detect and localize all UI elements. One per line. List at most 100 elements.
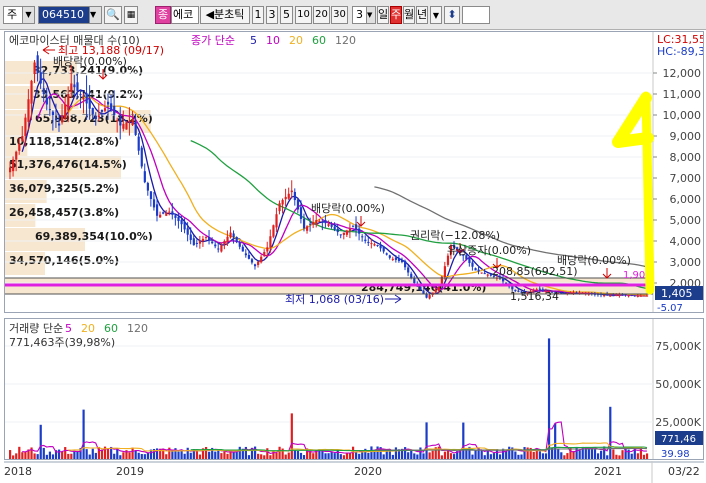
volume-bar bbox=[61, 451, 64, 459]
candle-body bbox=[260, 256, 263, 263]
high-annotation: 최고 13,188 (09/17) bbox=[58, 44, 164, 57]
candle-body bbox=[287, 193, 290, 199]
candle-body bbox=[106, 101, 110, 105]
volume-bar bbox=[462, 422, 465, 459]
volume-chart-panel[interactable]: 거래량 단순 5 20 60 120 771,463주(39,98%) 75,000K… bbox=[4, 318, 704, 460]
candle-body bbox=[404, 260, 407, 268]
stock-code-field[interactable]: 064510 ▼ bbox=[38, 6, 102, 24]
scroll-updown-button[interactable]: ⬍ bbox=[444, 6, 460, 24]
volume-bar bbox=[514, 451, 517, 459]
ma-legend-item: 20 bbox=[289, 34, 303, 47]
candle-body bbox=[192, 238, 195, 246]
volume-bar bbox=[370, 446, 373, 459]
candle-body bbox=[171, 211, 174, 215]
candle-body bbox=[266, 247, 269, 252]
y-tick-label: 4,000 bbox=[670, 235, 702, 248]
volume-bar bbox=[410, 450, 413, 459]
candle-body bbox=[232, 233, 235, 238]
unit-month-button[interactable]: 월 bbox=[403, 6, 415, 24]
volume-bar bbox=[119, 455, 122, 459]
period-30-button[interactable]: 30 bbox=[331, 6, 348, 24]
chevron-down-icon[interactable]: ▼ bbox=[22, 7, 34, 23]
volume-bar bbox=[204, 447, 208, 459]
candle-body bbox=[379, 245, 382, 249]
highlight-marker bbox=[612, 91, 655, 295]
candle-body bbox=[226, 236, 229, 242]
volume-bar bbox=[645, 453, 649, 459]
split-button[interactable]: ◀분초틱 bbox=[200, 6, 250, 24]
y-tick-label: 12,000 bbox=[663, 67, 702, 80]
candle-body bbox=[407, 267, 410, 273]
period-20-button[interactable]: 20 bbox=[313, 6, 330, 24]
volume-grid bbox=[5, 345, 653, 423]
candle-body bbox=[94, 115, 97, 120]
volume-bar bbox=[339, 454, 342, 459]
market-select[interactable]: 주 ▼ bbox=[3, 6, 35, 24]
period-3-button[interactable]: 3 bbox=[266, 6, 278, 24]
volume-bar bbox=[110, 446, 113, 459]
unit-day-button[interactable]: 일 bbox=[377, 6, 389, 24]
candle-body bbox=[110, 103, 113, 110]
ma-label: 종가 단순 bbox=[191, 34, 235, 47]
period-count-select[interactable]: 3 ▼ bbox=[352, 6, 376, 24]
volume-bar bbox=[143, 454, 146, 459]
candle-body bbox=[189, 234, 192, 240]
volume-bar bbox=[177, 451, 180, 459]
volume-bar bbox=[425, 422, 428, 459]
candle-body bbox=[152, 199, 156, 208]
event-label: 유상증자(0.00%) bbox=[447, 244, 531, 257]
chevron-down-icon[interactable]: ▼ bbox=[89, 7, 101, 23]
candle-body bbox=[477, 269, 480, 272]
chevron-down-icon: ▼ bbox=[432, 11, 440, 20]
unit-week-button[interactable]: 주 bbox=[390, 6, 402, 24]
candle-body bbox=[373, 244, 376, 246]
last-pct-badge-text: 39.98 bbox=[661, 449, 690, 460]
volume-y-axis: 75,000K 50,000K 25,000K bbox=[655, 340, 701, 429]
period-5-button[interactable]: 5 bbox=[280, 6, 293, 24]
y-tick-label: 3,000 bbox=[670, 256, 702, 269]
price-y-axis: 12,000 11,000 10,000 9,000 8,000 7,000 6,000 5,… bbox=[653, 67, 701, 290]
unit-year-button[interactable]: 년 bbox=[416, 6, 428, 24]
volume-bar bbox=[257, 453, 260, 459]
volume-bar bbox=[413, 453, 416, 459]
volume-bar bbox=[76, 451, 79, 459]
stock-name: 에코 bbox=[173, 8, 194, 21]
volume-bar bbox=[593, 448, 597, 459]
volume-bar bbox=[312, 453, 315, 459]
type-badge[interactable]: 종 bbox=[155, 6, 171, 24]
candle-body bbox=[284, 196, 287, 200]
period-10-button[interactable]: 10 bbox=[295, 6, 312, 24]
candle-body bbox=[82, 98, 85, 100]
volume-bar bbox=[600, 450, 603, 459]
candle-body bbox=[146, 183, 149, 191]
volume-bar bbox=[505, 450, 508, 459]
volume-bar bbox=[324, 453, 327, 459]
last-volume-badge-text: 771,46 bbox=[661, 434, 696, 445]
volume-bar bbox=[407, 452, 410, 459]
volume-bar bbox=[468, 446, 471, 459]
volume-bar bbox=[449, 453, 453, 459]
candle-body bbox=[217, 248, 220, 250]
mode-button[interactable]: ▦ bbox=[124, 6, 138, 24]
search-button[interactable]: 🔍 bbox=[104, 6, 122, 24]
period-1-button[interactable]: 1 bbox=[252, 6, 264, 24]
volume-bar bbox=[57, 449, 61, 459]
candle-body bbox=[385, 253, 388, 255]
x-axis: 2018 2019 2020 2021 03/22 bbox=[4, 461, 704, 483]
candle-body bbox=[474, 268, 477, 271]
extra-input[interactable] bbox=[462, 6, 490, 24]
volume-bar bbox=[489, 454, 492, 459]
volume-bar bbox=[483, 455, 486, 459]
candle-body bbox=[119, 117, 122, 126]
dropdown-button[interactable]: ▼ bbox=[430, 6, 442, 24]
volume-bar bbox=[113, 453, 116, 459]
volume-bar bbox=[544, 453, 548, 459]
volume-bar bbox=[443, 451, 447, 459]
period-count: 3 bbox=[356, 8, 363, 21]
chevron-down-icon[interactable]: ▼ bbox=[366, 7, 375, 23]
candle-body bbox=[410, 273, 413, 278]
price-chart-panel[interactable]: 32,733,241(9.0%) 33,563,141(9.2%) 65,998,7… bbox=[4, 31, 704, 313]
candle-body bbox=[339, 234, 342, 236]
volume-bar bbox=[630, 453, 633, 459]
candle-body bbox=[468, 257, 471, 264]
